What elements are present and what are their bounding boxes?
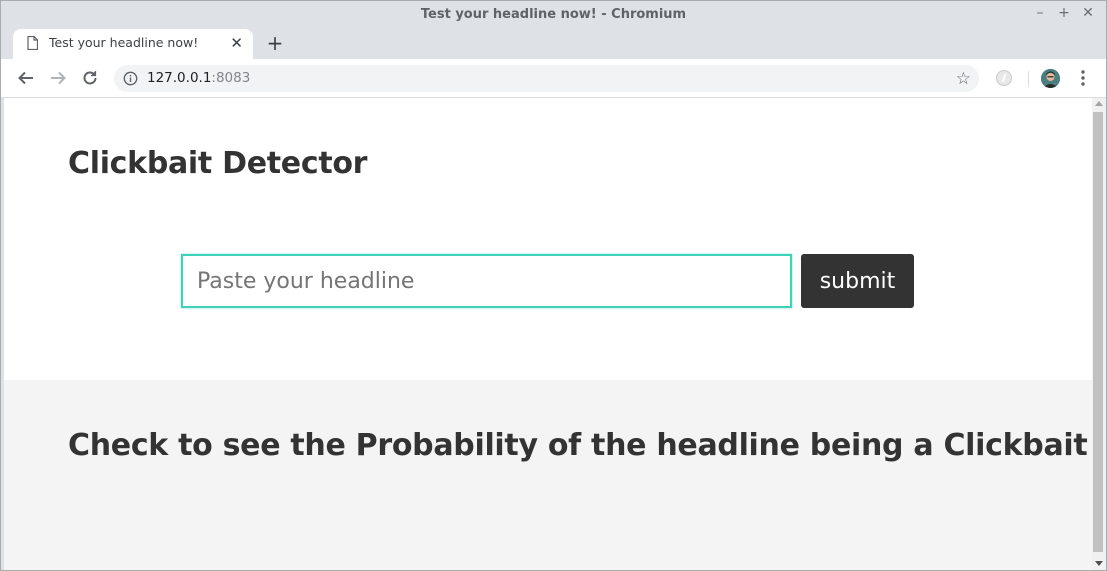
avatar-icon [1041,69,1060,88]
headline-input[interactable] [181,254,792,308]
back-arrow-icon[interactable] [16,68,36,88]
tab-active[interactable]: Test your headline now! ✕ [13,29,253,59]
forward-arrow-icon[interactable] [48,68,68,88]
page-title: Clickbait Detector [68,146,368,181]
window-title: Test your headline now! - Chromium [420,7,687,22]
url-host: 127.0.0.1 [147,70,212,86]
result-heading: Check to see the Probability of the head… [68,428,1088,463]
submit-button[interactable]: submit [801,254,914,308]
address-bar[interactable]: 127.0.0.1:8083 ☆ [114,65,979,92]
maximize-button[interactable]: + [1058,5,1070,21]
page-viewport: Clickbait Detector submit Check to see t… [4,98,1092,570]
url-port: :8083 [211,70,251,86]
scroll-down-arrow-icon[interactable] [1095,561,1103,566]
reload-icon[interactable] [80,68,100,88]
hero-section: Clickbait Detector submit [4,98,1092,380]
close-window-button[interactable]: ✕ [1082,5,1094,21]
tab-strip: Test your headline now! ✕ + [1,29,1106,59]
window-controls: – + ✕ [1034,5,1094,21]
tab-close-icon[interactable]: ✕ [230,34,243,52]
title-bar: Test your headline now! - Chromium – + ✕ [1,1,1106,29]
toolbar-separator [1028,71,1029,87]
document-icon [27,36,38,50]
kebab-menu-icon[interactable] [1075,67,1091,89]
browser-toolbar: 127.0.0.1:8083 ☆ [1,59,1106,98]
tab-title: Test your headline now! [49,35,199,50]
profile-avatar[interactable] [1041,69,1060,88]
bookmark-star-icon[interactable]: ☆ [956,69,971,89]
scroll-up-arrow-icon[interactable] [1095,101,1103,106]
minimize-button[interactable]: – [1034,5,1046,21]
result-section: Check to see the Probability of the head… [4,380,1092,570]
scrollbar-thumb[interactable] [1093,112,1103,552]
info-icon[interactable] [123,71,138,86]
vertical-scrollbar[interactable] [1092,98,1106,570]
new-tab-button[interactable]: + [265,31,285,55]
browser-window: Test your headline now! - Chromium – + ✕… [0,0,1107,571]
extension-icon[interactable] [995,69,1013,87]
url-text: 127.0.0.1:8083 [147,70,250,86]
